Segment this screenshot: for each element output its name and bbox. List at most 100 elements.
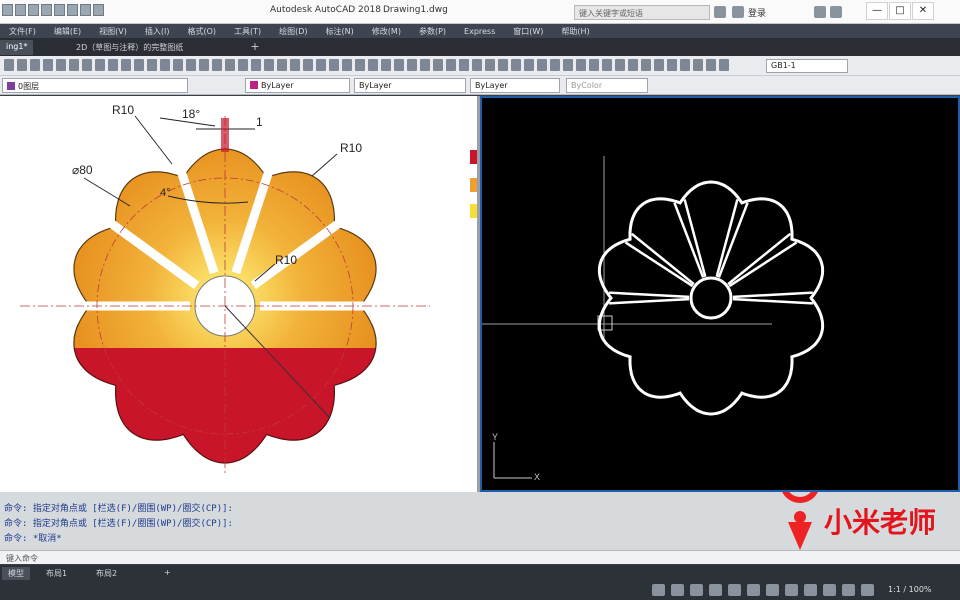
tool-icon[interactable] bbox=[199, 59, 209, 71]
close-button[interactable]: ✕ bbox=[912, 2, 934, 20]
new-tab-icon[interactable]: + bbox=[248, 40, 262, 54]
search-icon[interactable] bbox=[714, 6, 726, 18]
menu-parametric[interactable]: 参数(P) bbox=[410, 26, 455, 37]
tool-icon[interactable] bbox=[615, 59, 625, 71]
tool-icon[interactable] bbox=[225, 59, 235, 71]
exchange-icon[interactable] bbox=[814, 6, 826, 18]
plot-icon[interactable] bbox=[67, 4, 78, 16]
plotstyle-select[interactable]: ByColor bbox=[566, 78, 648, 93]
maximize-button[interactable]: □ bbox=[889, 2, 911, 20]
tool-icon[interactable] bbox=[238, 59, 248, 71]
menu-draw[interactable]: 绘图(D) bbox=[270, 26, 316, 37]
standard-toolbar-icons[interactable] bbox=[4, 59, 729, 71]
tool-icon[interactable] bbox=[316, 59, 326, 71]
menu-edit[interactable]: 编辑(E) bbox=[45, 26, 90, 37]
lineweight-select[interactable]: ByLayer bbox=[470, 78, 560, 93]
tool-icon[interactable] bbox=[472, 59, 482, 71]
search-input[interactable]: 键入关键字或短语 bbox=[574, 5, 710, 20]
tool-icon[interactable] bbox=[121, 59, 131, 71]
minimize-button[interactable]: — bbox=[866, 2, 888, 20]
tool-icon[interactable] bbox=[264, 59, 274, 71]
tool-icon[interactable] bbox=[108, 59, 118, 71]
save-as-icon[interactable] bbox=[54, 4, 65, 16]
tool-icon[interactable] bbox=[303, 59, 313, 71]
tool-icon[interactable] bbox=[160, 59, 170, 71]
tool-icon[interactable] bbox=[407, 59, 417, 71]
tool-icon[interactable] bbox=[654, 59, 664, 71]
tool-icon[interactable] bbox=[693, 59, 703, 71]
otrack-icon[interactable] bbox=[747, 584, 760, 596]
tool-icon[interactable] bbox=[719, 59, 729, 71]
fullscreen-icon[interactable] bbox=[861, 584, 874, 596]
tool-icon[interactable] bbox=[576, 59, 586, 71]
tool-icon[interactable] bbox=[342, 59, 352, 71]
tool-icon[interactable] bbox=[186, 59, 196, 71]
tool-icon[interactable] bbox=[4, 59, 14, 71]
color-select[interactable]: ByLayer bbox=[245, 78, 350, 93]
redo-icon[interactable] bbox=[93, 4, 104, 16]
tool-icon[interactable] bbox=[355, 59, 365, 71]
tab-drawing1[interactable]: ing1* bbox=[0, 40, 34, 55]
tool-icon[interactable] bbox=[446, 59, 456, 71]
menu-file[interactable]: 文件(F) bbox=[0, 26, 45, 37]
snap-icon[interactable] bbox=[671, 584, 684, 596]
tool-icon[interactable] bbox=[706, 59, 716, 71]
save-icon[interactable] bbox=[41, 4, 52, 16]
tab-workspace[interactable]: 2D（草图与注释）的完整图纸 bbox=[70, 40, 189, 55]
tool-icon[interactable] bbox=[43, 59, 53, 71]
layer-select[interactable]: 0图层 bbox=[2, 78, 188, 93]
sign-in-label[interactable]: 登录 bbox=[748, 6, 766, 19]
customize-icon[interactable] bbox=[842, 584, 855, 596]
tab-layout1[interactable]: 布局1 bbox=[40, 567, 73, 580]
menu-format[interactable]: 格式(O) bbox=[178, 26, 225, 37]
osnap-icon[interactable] bbox=[728, 584, 741, 596]
zoom-readout[interactable]: 1:1 / 100% bbox=[888, 585, 932, 594]
new-icon[interactable] bbox=[15, 4, 26, 16]
status-toggles[interactable] bbox=[652, 584, 874, 596]
workspace-icon[interactable] bbox=[804, 584, 817, 596]
menu-dimension[interactable]: 标注(N) bbox=[317, 26, 363, 37]
undo-icon[interactable] bbox=[80, 4, 91, 16]
tool-icon[interactable] bbox=[641, 59, 651, 71]
tool-icon[interactable] bbox=[134, 59, 144, 71]
tool-icon[interactable] bbox=[511, 59, 521, 71]
lineweight-icon[interactable] bbox=[766, 584, 779, 596]
annotation-icon[interactable] bbox=[785, 584, 798, 596]
open-icon[interactable] bbox=[28, 4, 39, 16]
tool-icon[interactable] bbox=[485, 59, 495, 71]
add-layout-icon[interactable]: + bbox=[158, 567, 177, 580]
tool-icon[interactable] bbox=[524, 59, 534, 71]
menu-tools[interactable]: 工具(T) bbox=[225, 26, 270, 37]
tool-icon[interactable] bbox=[459, 59, 469, 71]
tool-icon[interactable] bbox=[381, 59, 391, 71]
tool-icon[interactable] bbox=[628, 59, 638, 71]
tool-icon[interactable] bbox=[95, 59, 105, 71]
tool-icon[interactable] bbox=[69, 59, 79, 71]
tool-icon[interactable] bbox=[589, 59, 599, 71]
tool-icon[interactable] bbox=[17, 59, 27, 71]
tool-icon[interactable] bbox=[563, 59, 573, 71]
tool-icon[interactable] bbox=[212, 59, 222, 71]
tab-layout2[interactable]: 布局2 bbox=[90, 567, 123, 580]
menu-modify[interactable]: 修改(M) bbox=[363, 26, 410, 37]
tool-icon[interactable] bbox=[680, 59, 690, 71]
help-icon[interactable] bbox=[830, 6, 842, 18]
tool-icon[interactable] bbox=[498, 59, 508, 71]
tool-icon[interactable] bbox=[433, 59, 443, 71]
user-icon[interactable] bbox=[732, 6, 744, 18]
tool-icon[interactable] bbox=[420, 59, 430, 71]
tool-icon[interactable] bbox=[602, 59, 612, 71]
model-space-viewport[interactable]: Y X bbox=[480, 96, 960, 492]
ortho-icon[interactable] bbox=[690, 584, 703, 596]
menu-window[interactable]: 窗口(W) bbox=[504, 26, 552, 37]
tool-icon[interactable] bbox=[30, 59, 40, 71]
menu-express[interactable]: Express bbox=[455, 27, 504, 36]
grid-icon[interactable] bbox=[652, 584, 665, 596]
dimstyle-select[interactable]: GB1-1 bbox=[766, 59, 848, 73]
tool-icon[interactable] bbox=[56, 59, 66, 71]
menu-insert[interactable]: 插入(I) bbox=[136, 26, 179, 37]
tool-icon[interactable] bbox=[394, 59, 404, 71]
tab-model[interactable]: 模型 bbox=[2, 567, 30, 580]
tool-icon[interactable] bbox=[667, 59, 677, 71]
menu-help[interactable]: 帮助(H) bbox=[552, 26, 598, 37]
